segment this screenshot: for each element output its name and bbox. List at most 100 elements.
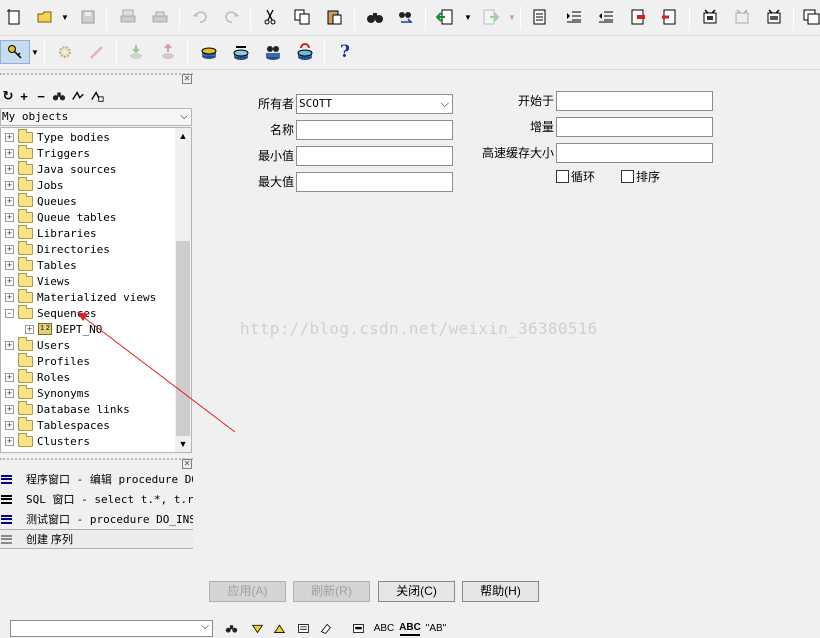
- tree-item[interactable]: Profiles: [1, 352, 176, 369]
- expand-icon[interactable]: +: [5, 228, 14, 238]
- filter-icon[interactable]: [70, 88, 86, 104]
- cut-icon[interactable]: [258, 5, 282, 29]
- tree-item[interactable]: + Synonyms: [1, 384, 176, 401]
- copy-icon[interactable]: [290, 5, 314, 29]
- tree-item[interactable]: + Libraries: [1, 224, 176, 241]
- lowercase-icon[interactable]: [658, 5, 682, 29]
- database-icon[interactable]: [197, 40, 221, 64]
- collapse-icon[interactable]: -: [5, 308, 14, 318]
- tree-item[interactable]: + Queue tables: [1, 208, 176, 225]
- tree-item[interactable]: + Tablespaces: [1, 416, 176, 433]
- expand-icon[interactable]: +: [5, 260, 14, 270]
- increment-input[interactable]: [556, 117, 713, 137]
- eraser-icon[interactable]: [317, 620, 333, 636]
- triangle-up-icon[interactable]: [271, 620, 287, 636]
- regex-toggle[interactable]: "AB": [426, 620, 446, 636]
- key-icon[interactable]: [0, 40, 30, 64]
- tree-item[interactable]: + Queues: [1, 192, 176, 209]
- tree-scrollbar[interactable]: ▲ ▼: [175, 128, 191, 452]
- import-icon[interactable]: [433, 5, 457, 29]
- expand-icon[interactable]: +: [5, 404, 14, 414]
- import-dropdown-icon[interactable]: ▼: [463, 5, 473, 29]
- database-refresh-icon[interactable]: [293, 40, 317, 64]
- window-list-item[interactable]: 测试窗口 - procedure DO_INSE: [0, 509, 193, 529]
- highlight-icon[interactable]: [295, 620, 311, 636]
- order-checkbox-box[interactable]: [621, 170, 634, 183]
- order-checkbox[interactable]: 排序: [621, 168, 660, 185]
- expand-icon[interactable]: +: [5, 372, 14, 382]
- indent-icon[interactable]: [562, 5, 586, 29]
- key-dropdown-icon[interactable]: ▼: [30, 40, 40, 64]
- expand-icon[interactable]: +: [5, 212, 14, 222]
- tree-item[interactable]: + Clusters: [1, 432, 176, 449]
- expand-icon[interactable]: +: [5, 292, 14, 302]
- expand-icon[interactable]: +: [25, 324, 34, 334]
- tree-item[interactable]: + Directories: [1, 240, 176, 257]
- tree-item[interactable]: + Jobs: [1, 176, 176, 193]
- window-list-item[interactable]: 程序窗口 - 编辑 procedure DO: [0, 469, 193, 489]
- tree-item[interactable]: + Roles: [1, 368, 176, 385]
- case-sensitive-toggle[interactable]: ABC: [374, 620, 395, 636]
- open-dropdown-icon[interactable]: ▼: [60, 5, 70, 29]
- name-input[interactable]: [296, 120, 453, 140]
- cache-size-input[interactable]: [556, 143, 713, 163]
- refresh-icon[interactable]: ↻: [0, 88, 16, 104]
- expand-icon[interactable]: +: [5, 276, 14, 286]
- filter-edit-icon[interactable]: [89, 88, 105, 104]
- expand-icon[interactable]: +: [5, 388, 14, 398]
- window-list-item[interactable]: SQL 窗口 - select t.*, t.row: [0, 489, 193, 509]
- tree-item[interactable]: + Triggers: [1, 144, 176, 161]
- tree-item[interactable]: + Materialized views: [1, 288, 176, 305]
- expand-icon[interactable]: +: [5, 244, 14, 254]
- expand-icon[interactable]: +: [5, 148, 14, 158]
- expand-icon[interactable]: +: [5, 132, 14, 142]
- find-icon[interactable]: [223, 620, 239, 636]
- expand-icon[interactable]: +: [5, 164, 14, 174]
- close-button[interactable]: 关闭(C): [378, 581, 455, 602]
- document-check-icon[interactable]: [528, 5, 552, 29]
- close-panel-icon[interactable]: ✕: [182, 74, 192, 84]
- scroll-thumb[interactable]: [176, 241, 190, 436]
- object-filter-select[interactable]: My objects ⌵: [0, 108, 192, 126]
- new-icon[interactable]: [2, 5, 26, 29]
- whole-word-toggle[interactable]: ABC: [399, 620, 421, 636]
- unindent-icon[interactable]: [594, 5, 618, 29]
- add-icon[interactable]: +: [16, 88, 32, 104]
- bottom-combo[interactable]: ⌵: [10, 620, 213, 637]
- commit-icon[interactable]: [762, 5, 786, 29]
- tree-item[interactable]: + Tables: [1, 256, 176, 273]
- find-next-icon[interactable]: [394, 5, 418, 29]
- window-list-icon[interactable]: [799, 5, 820, 29]
- paste-icon[interactable]: [322, 5, 346, 29]
- expand-icon[interactable]: +: [5, 420, 14, 430]
- min-value-input[interactable]: [296, 146, 453, 166]
- close-window-list-icon[interactable]: ✕: [182, 459, 192, 469]
- execute-icon[interactable]: [698, 5, 722, 29]
- scroll-down-icon[interactable]: ▼: [175, 436, 191, 452]
- tree-item[interactable]: +1 2 DEPT_NO: [1, 321, 176, 337]
- help-icon[interactable]: ?: [333, 40, 357, 64]
- open-folder-icon[interactable]: [33, 5, 57, 29]
- remove-icon[interactable]: −: [33, 88, 49, 104]
- owner-select[interactable]: SCOTT ⌵: [296, 94, 453, 114]
- find-icon[interactable]: [363, 5, 387, 29]
- binoculars-database-icon[interactable]: [261, 40, 285, 64]
- cycle-checkbox-box[interactable]: [556, 170, 569, 183]
- tree-item[interactable]: + Type bodies: [1, 128, 176, 145]
- triangle-down-icon[interactable]: [249, 620, 265, 636]
- tree-item[interactable]: + Users: [1, 336, 176, 353]
- uppercase-icon[interactable]: [626, 5, 650, 29]
- start-with-input[interactable]: [556, 91, 713, 111]
- tree-item[interactable]: + Database links: [1, 400, 176, 417]
- expand-icon[interactable]: +: [5, 196, 14, 206]
- apply-button[interactable]: 应用(A): [209, 581, 286, 602]
- find-object-icon[interactable]: [51, 88, 67, 104]
- tree-item[interactable]: + Java sources: [1, 160, 176, 177]
- cycle-checkbox[interactable]: 循环: [556, 168, 595, 185]
- scroll-up-icon[interactable]: ▲: [175, 128, 191, 144]
- expand-icon[interactable]: +: [5, 180, 14, 190]
- window-list-item[interactable]: 创建 序列: [0, 529, 193, 549]
- replace-icon[interactable]: [350, 620, 366, 636]
- tree-item[interactable]: - Sequences: [1, 304, 176, 321]
- max-value-input[interactable]: [296, 172, 453, 192]
